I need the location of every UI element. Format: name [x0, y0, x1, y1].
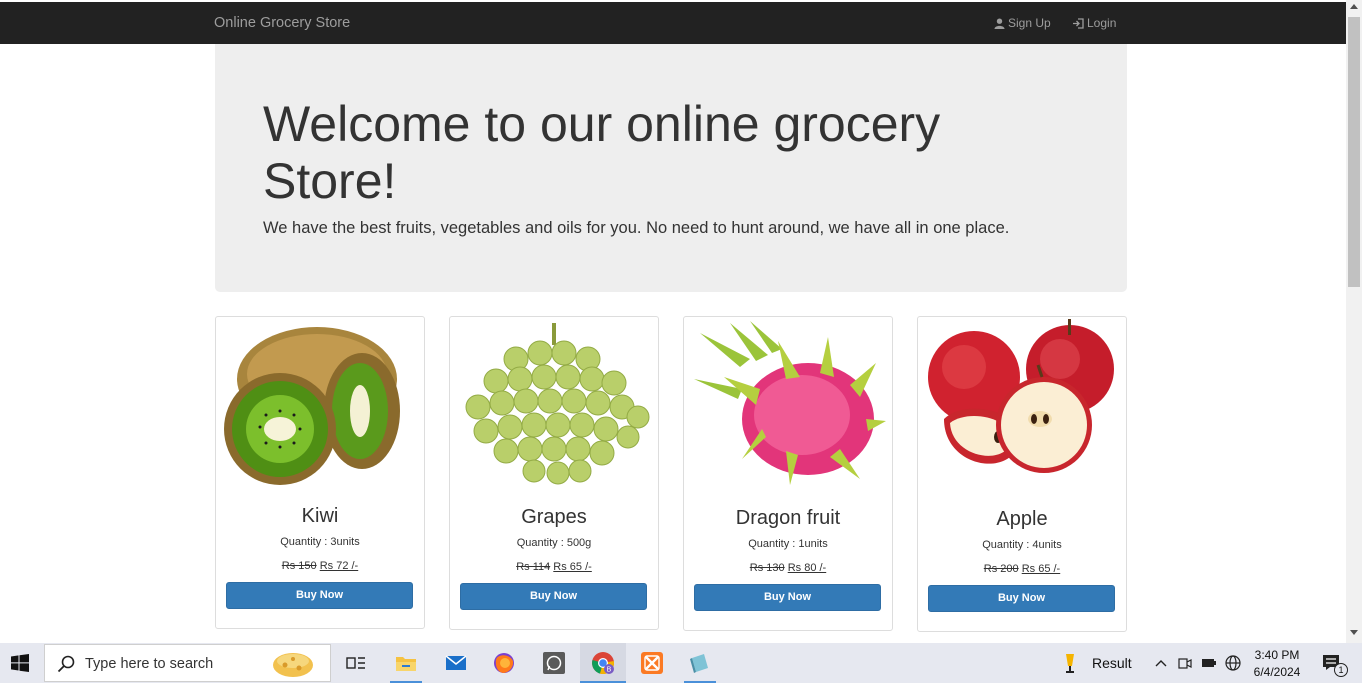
page: Online Grocery Store Sign Up Login Welco… — [0, 0, 1362, 683]
old-price: Rs 130 — [749, 562, 785, 574]
xampp-icon — [641, 652, 663, 674]
navbar: Online Grocery Store Sign Up Login — [0, 2, 1346, 44]
windows-icon — [11, 654, 29, 672]
start-button[interactable] — [0, 643, 40, 683]
old-price: Rs 114 — [516, 561, 551, 573]
search-highlight-icon — [273, 653, 313, 677]
chevron-up-icon — [1155, 660, 1167, 667]
product-card-dragon-fruit: Dragon fruit Quantity : 1units Rs 130 Rs… — [683, 316, 893, 631]
vertical-scrollbar[interactable] — [1346, 0, 1362, 643]
new-price[interactable]: Rs 80 /- — [788, 562, 827, 574]
meet-icon — [1178, 658, 1192, 669]
search-placeholder: Type here to search — [85, 656, 214, 672]
app-icon — [690, 654, 708, 673]
product-name: Apple — [996, 508, 1048, 530]
apple-image — [928, 319, 1114, 473]
product-name: Kiwi — [301, 505, 339, 527]
file-explorer-button[interactable] — [386, 643, 426, 683]
login-link[interactable]: Login — [1072, 16, 1116, 30]
globe-icon — [1225, 655, 1241, 671]
old-price: Rs 200 — [983, 563, 1019, 575]
tray-network-button[interactable] — [1222, 643, 1244, 683]
notification-badge: 1 — [1334, 663, 1348, 677]
tray-battery-button[interactable] — [1198, 643, 1220, 683]
trophy-icon — [1066, 654, 1074, 673]
product-quantity: Quantity : 4units — [982, 539, 1062, 551]
login-icon — [1073, 17, 1084, 29]
clock-time: 3:40 PM — [1254, 647, 1300, 662]
dragon-fruit-image — [694, 321, 886, 485]
product-card-grapes: Grapes Quantity : 500g Rs 114 Rs 65 /- B… — [449, 316, 659, 630]
tray-overflow-button[interactable] — [1150, 643, 1172, 683]
app-button[interactable] — [680, 643, 720, 683]
mail-button[interactable] — [436, 643, 476, 683]
grapes-image — [465, 323, 650, 485]
buy-now-button[interactable]: Buy Now — [694, 584, 881, 611]
signup-link[interactable]: Sign Up — [994, 16, 1051, 30]
firefox-button[interactable] — [484, 643, 524, 683]
search-icon — [57, 655, 75, 673]
battery-icon — [1202, 659, 1216, 667]
navbar-brand[interactable]: Online Grocery Store — [214, 15, 350, 31]
old-price: Rs 150 — [281, 560, 317, 572]
product-quantity: Quantity : 1units — [748, 538, 828, 550]
product-price: Rs 114 Rs 65 /- — [450, 561, 658, 573]
mail-icon — [445, 655, 467, 670]
scroll-up-arrow-icon[interactable] — [1350, 3, 1358, 9]
tray-result-widget[interactable]: Result — [1060, 643, 1136, 683]
new-price[interactable]: Rs 65 /- — [1022, 563, 1061, 575]
task-view-button[interactable] — [336, 643, 376, 683]
product-price: Rs 130 Rs 80 /- — [684, 562, 892, 574]
whatsapp-button[interactable] — [534, 643, 574, 683]
login-label: Login — [1087, 16, 1117, 30]
kiwi-image — [224, 327, 400, 485]
whatsapp-icon — [543, 652, 565, 674]
hero-title: Welcome to our online grocery Store! — [263, 96, 941, 209]
clock[interactable]: 3:40 PM 6/4/2024 — [1248, 643, 1306, 683]
firefox-icon — [494, 653, 514, 673]
new-price[interactable]: Rs 65 /- — [553, 561, 592, 573]
tray-meet-button[interactable] — [1174, 643, 1196, 683]
product-name: Grapes — [521, 506, 587, 528]
hero-subtitle: We have the best fruits, vegetables and … — [263, 219, 1010, 237]
new-price[interactable]: Rs 72 /- — [320, 560, 359, 572]
buy-now-button[interactable]: Buy Now — [460, 583, 647, 610]
xampp-button[interactable] — [632, 643, 672, 683]
buy-now-button[interactable]: Buy Now — [928, 585, 1115, 612]
folder-icon — [396, 657, 416, 671]
taskbar-search-box[interactable]: Type here to search — [44, 644, 331, 682]
product-quantity: Quantity : 3units — [280, 536, 360, 548]
product-name: Dragon fruit — [735, 507, 841, 529]
scrollbar-thumb[interactable] — [1348, 17, 1360, 287]
scroll-down-arrow-icon[interactable] — [1350, 630, 1358, 636]
user-icon — [994, 18, 1005, 29]
chrome-button[interactable]: B — [580, 643, 626, 683]
tray-result-label: Result — [1092, 655, 1132, 671]
product-quantity: Quantity : 500g — [516, 537, 592, 549]
signup-label: Sign Up — [1008, 16, 1051, 30]
clock-date: 6/4/2024 — [1253, 664, 1301, 679]
notification-center-button[interactable]: 1 — [1312, 643, 1352, 683]
chrome-icon: B — [592, 652, 614, 675]
product-card-apple: Apple Quantity : 4units Rs 200 Rs 65 /- … — [917, 316, 1127, 632]
taskbar: Type here to search B Result 3:40 PM 6/4… — [0, 643, 1362, 683]
product-card-kiwi: Kiwi Quantity : 3units Rs 150 Rs 72 /- B… — [215, 316, 425, 629]
task-view-icon — [346, 657, 365, 669]
hero-jumbotron: Welcome to our online grocery Store! We … — [215, 44, 1127, 292]
buy-now-button[interactable]: Buy Now — [226, 582, 413, 609]
product-price: Rs 200 Rs 65 /- — [918, 563, 1126, 575]
product-price: Rs 150 Rs 72 /- — [216, 560, 424, 572]
svg-text:B: B — [607, 667, 612, 674]
